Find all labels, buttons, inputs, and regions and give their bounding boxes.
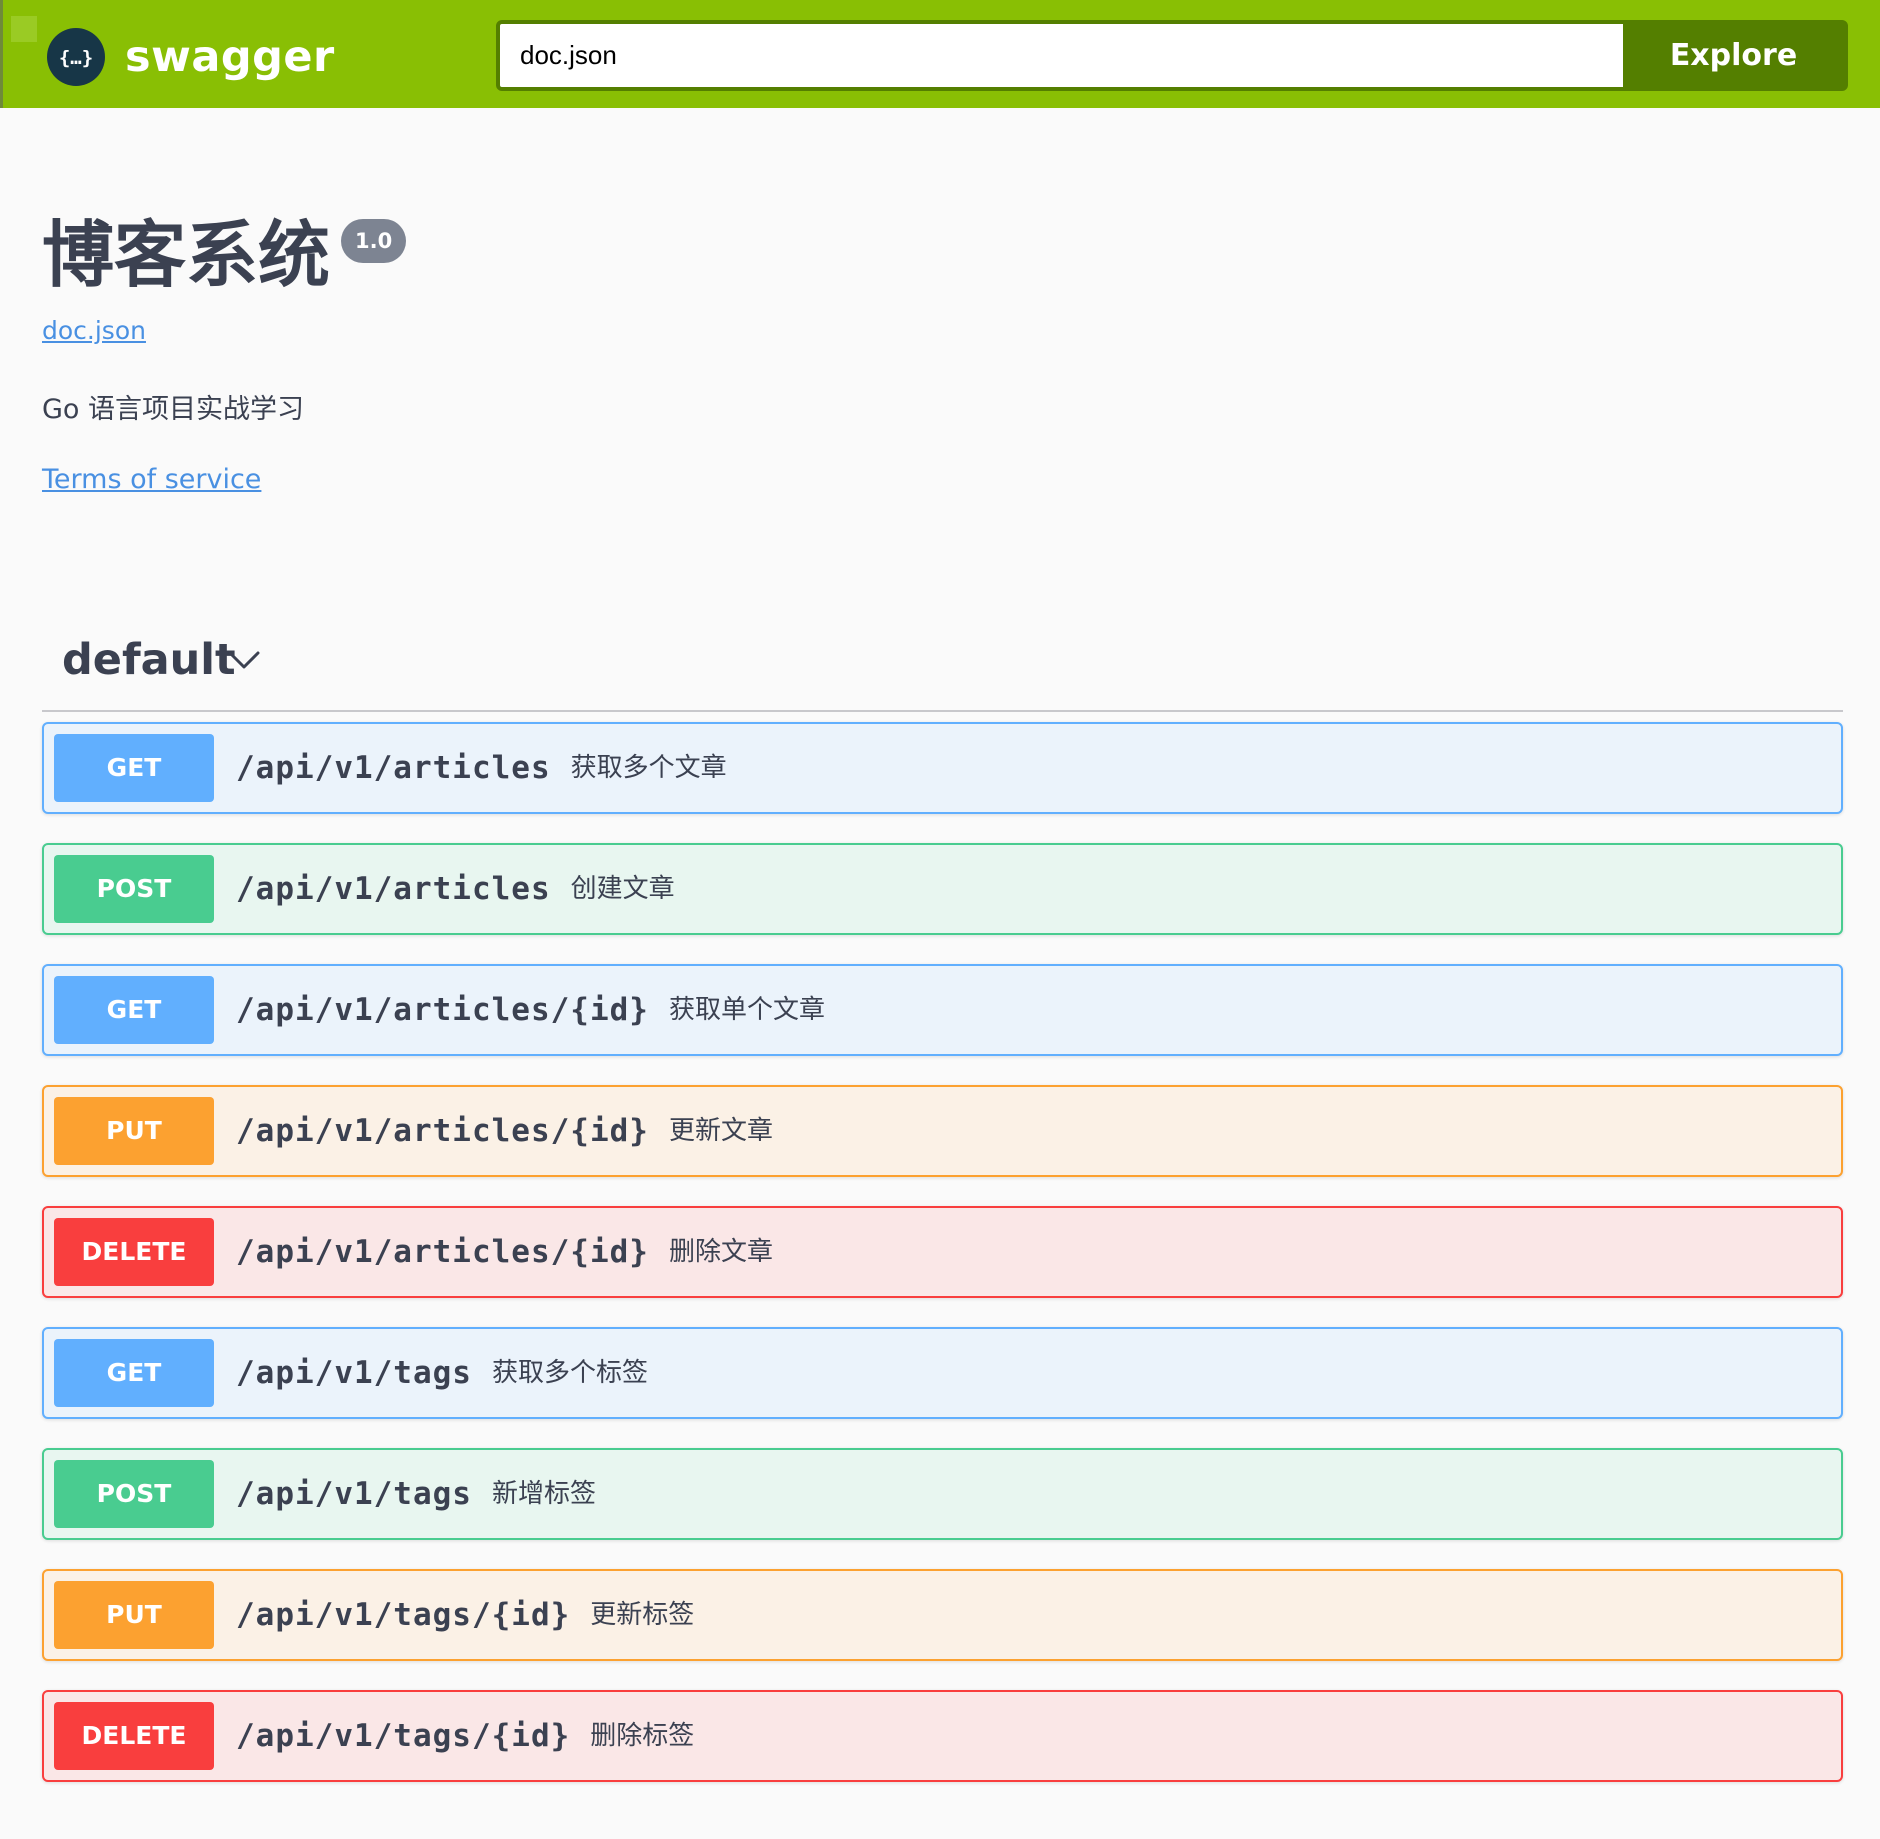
operation-row[interactable]: GET /api/v1/articles 获取多个文章 [42,722,1843,814]
page-title: 博客系统 [42,213,331,297]
operation-row[interactable]: DELETE /api/v1/articles/{id} 删除文章 [42,1206,1843,1298]
method-badge: GET [54,734,214,802]
operation-path: /api/v1/tags [236,1355,472,1391]
method-badge: PUT [54,1097,214,1165]
version-badge: 1.0 [341,219,407,263]
operation-path: /api/v1/articles/{id} [236,992,649,1028]
operation-path: /api/v1/articles [236,871,551,907]
operation-path: /api/v1/tags/{id} [236,1718,571,1754]
operation-summary: 更新文章 [668,1116,773,1146]
tag-name[interactable]: default [62,630,236,690]
operation-summary: 获取多个文章 [570,753,727,783]
title-row: 博客系统 1.0 [42,210,407,300]
operation-row[interactable]: GET /api/v1/articles/{id} 获取单个文章 [42,964,1843,1056]
operations-list: GET /api/v1/articles 获取多个文章 POST /api/v1… [42,722,1843,1811]
operation-row[interactable]: PUT /api/v1/tags/{id} 更新标签 [42,1569,1843,1661]
operation-path: /api/v1/tags/{id} [236,1597,571,1633]
method-badge: DELETE [54,1702,214,1770]
swagger-logo-icon[interactable]: {…} [47,28,105,86]
operation-path-wrap: /api/v1/tags 获取多个标签 [236,1329,648,1417]
terms-of-service-link[interactable]: Terms of service [42,460,261,500]
method-badge: POST [54,1460,214,1528]
operation-path-wrap: /api/v1/tags/{id} 删除标签 [236,1692,694,1780]
method-badge: GET [54,1339,214,1407]
operation-path: /api/v1/articles/{id} [236,1234,649,1270]
operation-summary: 删除标签 [590,1721,695,1751]
operation-summary: 更新标签 [590,1600,695,1630]
operation-path-wrap: /api/v1/articles 创建文章 [236,845,675,933]
operation-path: /api/v1/tags [236,1476,472,1512]
api-description: Go 语言项目实战学习 [42,394,305,425]
method-badge: DELETE [54,1218,214,1286]
operation-path-wrap: /api/v1/articles/{id} 删除文章 [236,1208,773,1296]
operation-path: /api/v1/articles/{id} [236,1113,649,1149]
brand-name[interactable]: swagger [125,28,335,86]
spec-link[interactable]: doc.json [42,315,146,347]
operation-summary: 获取单个文章 [668,995,825,1025]
method-badge: GET [54,976,214,1044]
operation-summary: 新增标签 [491,1479,596,1509]
svg-text:{…}: {…} [59,47,93,69]
operation-path-wrap: /api/v1/tags 新增标签 [236,1450,596,1538]
operation-row[interactable]: DELETE /api/v1/tags/{id} 删除标签 [42,1690,1843,1782]
operation-path-wrap: /api/v1/articles 获取多个文章 [236,724,727,812]
corner-mark [11,16,37,42]
operation-row[interactable]: POST /api/v1/tags 新增标签 [42,1448,1843,1540]
operation-row[interactable]: PUT /api/v1/articles/{id} 更新文章 [42,1085,1843,1177]
operation-summary: 创建文章 [570,874,675,904]
operation-summary: 删除文章 [668,1237,773,1267]
operation-summary: 获取多个标签 [491,1358,648,1388]
explore-form: Explore [496,20,1848,91]
operation-row[interactable]: POST /api/v1/articles 创建文章 [42,843,1843,935]
operation-path-wrap: /api/v1/tags/{id} 更新标签 [236,1571,694,1659]
explore-button[interactable]: Explore [1623,24,1844,87]
topbar: {…} swagger Explore [0,0,1880,108]
operation-path-wrap: /api/v1/articles/{id} 获取单个文章 [236,966,825,1054]
spec-url-input[interactable] [500,24,1623,87]
tag-section-header[interactable]: default [42,622,1843,712]
method-badge: PUT [54,1581,214,1649]
operation-path: /api/v1/articles [236,750,551,786]
operation-path-wrap: /api/v1/articles/{id} 更新文章 [236,1087,773,1175]
method-badge: POST [54,855,214,923]
operation-row[interactable]: GET /api/v1/tags 获取多个标签 [42,1327,1843,1419]
chevron-down-icon[interactable] [224,640,264,680]
